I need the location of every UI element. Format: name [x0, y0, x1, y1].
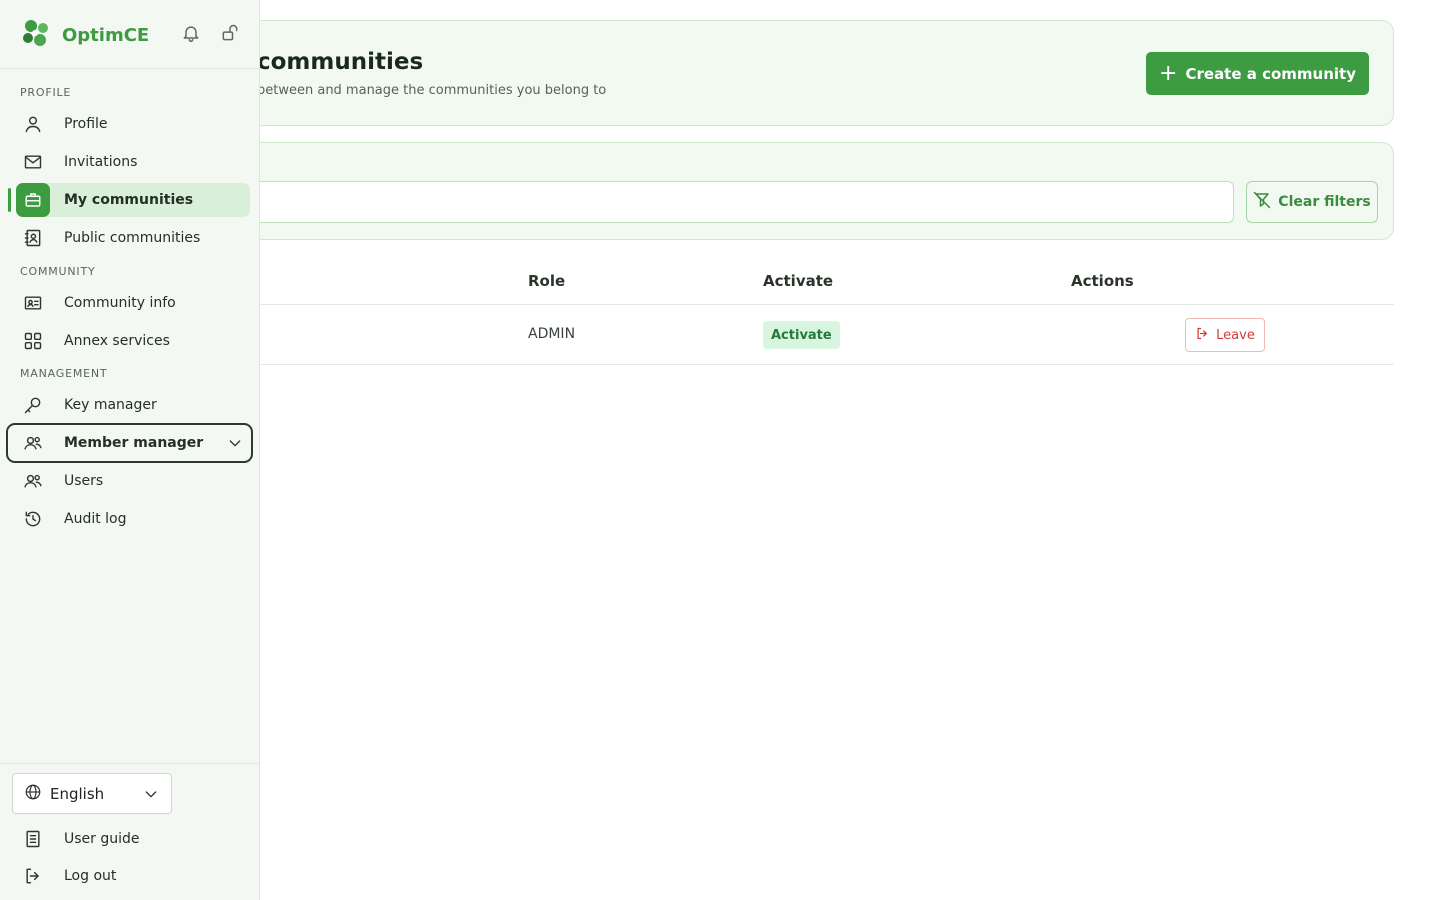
users-icon: [16, 464, 50, 498]
sidebar-item-profile[interactable]: Profile: [16, 107, 250, 141]
top-icons: [180, 22, 241, 44]
column-header-activate: Activate: [763, 272, 834, 290]
sidebar-item-label: Annex services: [64, 333, 170, 349]
communities-table: Role Activate Actions ADMIN Activate Lea…: [200, 256, 1394, 365]
sidebar-item-label: My communities: [64, 192, 194, 208]
sidebar-item-label: Invitations: [64, 154, 138, 170]
plus-icon: +: [1159, 60, 1178, 86]
sidebar-item-label: Member manager: [64, 435, 204, 451]
globe-icon: [24, 783, 42, 805]
brand[interactable]: OptimCE: [20, 18, 149, 52]
section-label-community: COMMUNITY: [20, 265, 96, 278]
logout-icon: [1195, 326, 1210, 345]
sidebar-item-audit-log[interactable]: Audit log: [16, 502, 250, 536]
key-icon: [16, 388, 50, 422]
language-select[interactable]: English: [12, 773, 172, 814]
column-header-role: Role: [528, 272, 566, 290]
sidebar-item-public-communities[interactable]: Public communities: [16, 221, 250, 255]
sidebar-item-label: Community info: [64, 295, 176, 311]
logout-label: Log out: [64, 868, 117, 884]
user-guide-label: User guide: [64, 831, 140, 847]
sidebar-item-label: Public communities: [64, 230, 201, 246]
divider: [0, 763, 260, 764]
users-icon: [16, 426, 50, 460]
sidebar-item-community-info[interactable]: Community info: [16, 286, 250, 320]
column-header-actions: Actions: [1071, 272, 1134, 290]
leave-button[interactable]: Leave: [1185, 318, 1265, 352]
clear-filters-button[interactable]: Clear filters: [1246, 181, 1378, 223]
clear-filters-label: Clear filters: [1278, 194, 1371, 210]
divider: [0, 68, 260, 69]
sidebar-item-users[interactable]: Users: [16, 464, 250, 498]
brand-name: OptimCE: [62, 24, 150, 46]
search-input[interactable]: [221, 181, 1234, 223]
bell-icon[interactable]: [180, 22, 202, 44]
user-guide-link[interactable]: User guide: [16, 824, 250, 854]
table-row: ADMIN Activate Leave: [200, 305, 1394, 365]
logout-link[interactable]: Log out: [16, 861, 250, 891]
create-community-label: Create a community: [1185, 64, 1356, 83]
chevron-down-icon: [143, 786, 159, 806]
row-role: ADMIN: [528, 326, 576, 342]
sidebar-item-annex-services[interactable]: Annex services: [16, 324, 250, 358]
active-indicator: [8, 188, 11, 212]
header-card: communities between and manage the commu…: [200, 20, 1394, 126]
sidebar-item-label: Key manager: [64, 397, 157, 413]
contact-book-icon: [16, 221, 50, 255]
activate-badge[interactable]: Activate: [763, 321, 840, 349]
unlock-icon[interactable]: [219, 22, 241, 44]
briefcase-icon: [16, 183, 50, 217]
id-card-icon: [16, 286, 50, 320]
section-label-profile: PROFILE: [20, 86, 72, 99]
filter-card: Clear filters: [200, 142, 1394, 240]
sidebar-item-member-manager[interactable]: Member manager: [6, 423, 253, 463]
section-label-management: MANAGEMENT: [20, 367, 108, 380]
sidebar-item-my-communities[interactable]: My communities: [16, 183, 250, 217]
mail-icon: [16, 145, 50, 179]
page-title: communities: [257, 49, 424, 75]
language-value: English: [50, 784, 105, 803]
create-community-button[interactable]: + Create a community: [1146, 52, 1369, 95]
sidebar-item-label: Users: [64, 473, 104, 489]
sidebar-item-label: Audit log: [64, 511, 127, 527]
sidebar-item-invitations[interactable]: Invitations: [16, 145, 250, 179]
logout-icon: [16, 861, 50, 891]
chevron-down-icon: [227, 435, 243, 451]
grid-icon: [16, 324, 50, 358]
sidebar: OptimCE PROFILE Profile Invitations My c…: [0, 0, 260, 900]
clover-logo-icon: [20, 18, 50, 52]
history-icon: [16, 502, 50, 536]
leave-label: Leave: [1216, 327, 1255, 343]
sidebar-item-key-manager[interactable]: Key manager: [16, 388, 250, 422]
book-icon: [16, 824, 50, 854]
filter-off-icon: [1253, 191, 1271, 213]
page-subtitle: between and manage the communities you b…: [257, 83, 607, 98]
table-header: Role Activate Actions: [200, 256, 1394, 305]
user-icon: [16, 107, 50, 141]
sidebar-item-label: Profile: [64, 116, 108, 132]
